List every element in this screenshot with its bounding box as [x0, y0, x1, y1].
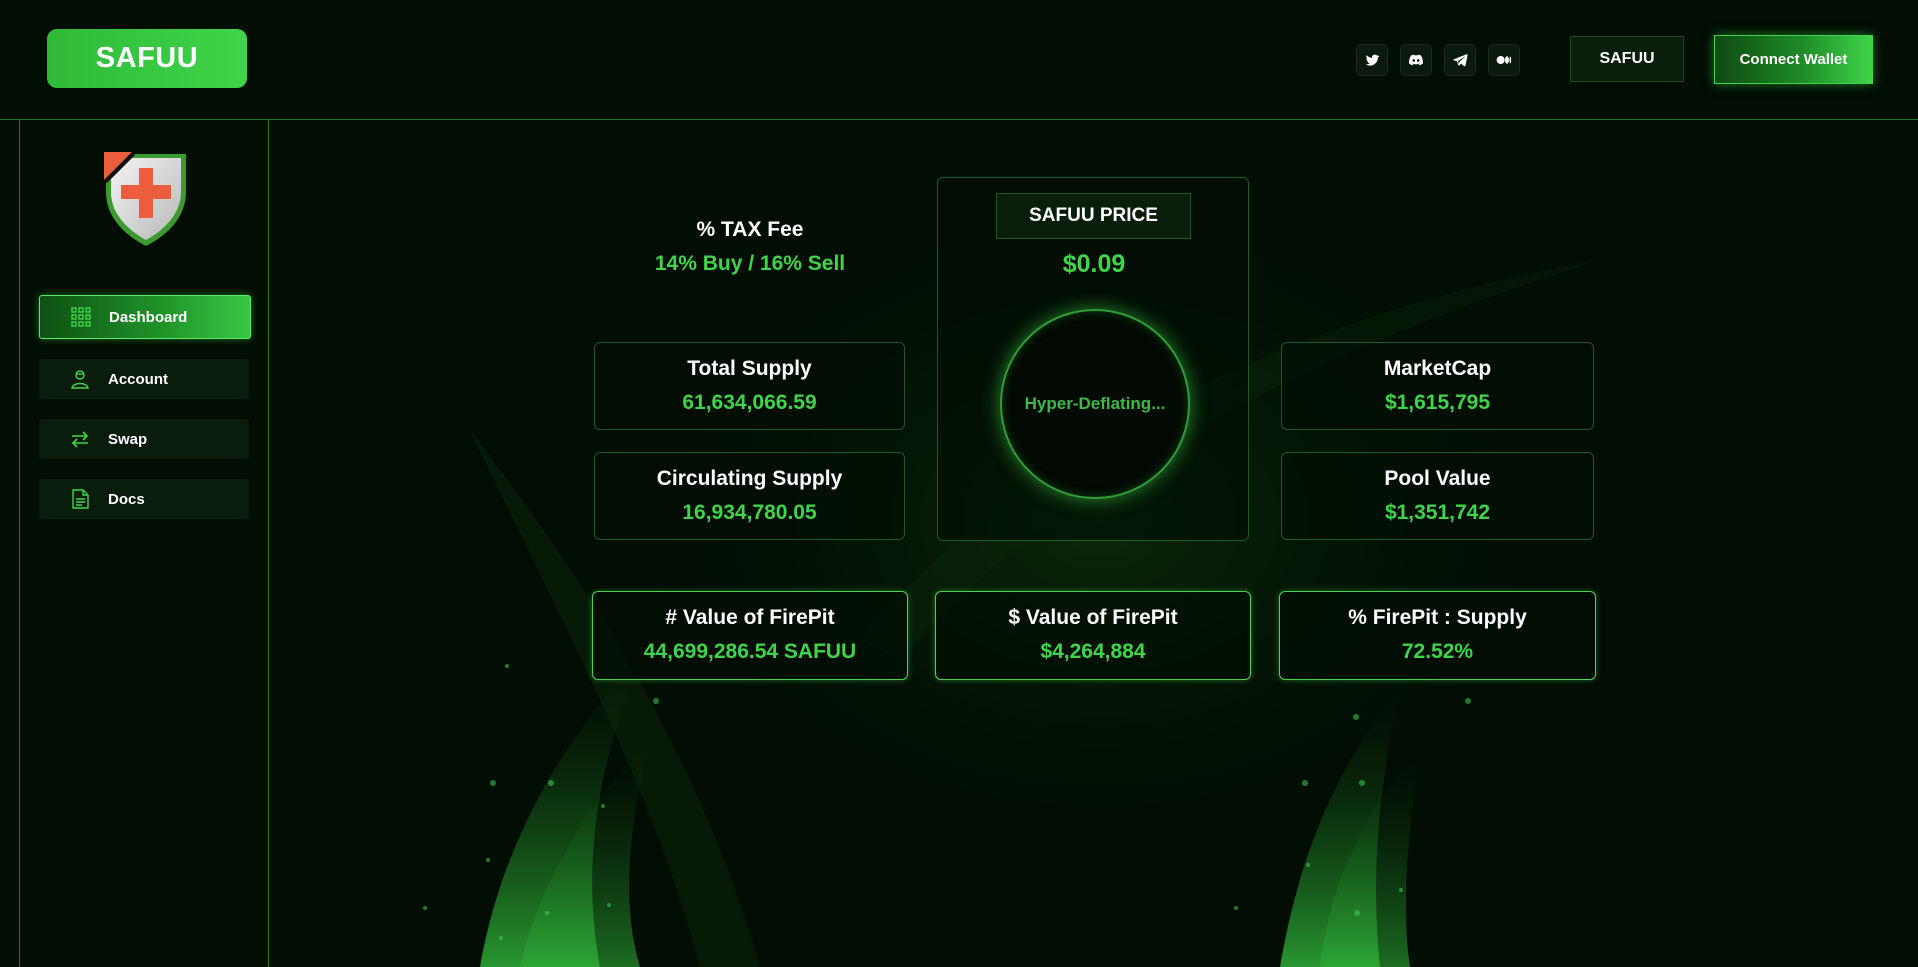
firepit-ratio-card: % FirePit : Supply 72.52% — [1279, 591, 1596, 680]
firepit-amount-card: # Value of FirePit 44,699,286.54 SAFUU — [592, 591, 908, 680]
telegram-link[interactable] — [1444, 44, 1476, 76]
sidebar-item-account[interactable]: Account — [39, 359, 249, 399]
twitter-link[interactable] — [1356, 44, 1388, 76]
market-cap-card: MarketCap $1,615,795 — [1281, 342, 1594, 430]
circulating-supply-value: 16,934,780.05 — [682, 501, 817, 524]
top-header: SAFUU SAFUU Connect Wallet — [0, 0, 1918, 120]
telegram-icon — [1453, 54, 1468, 67]
total-supply-value: 61,634,066.59 — [682, 391, 817, 414]
shield-cross-icon — [104, 152, 188, 248]
sidebar: Dashboard Account Swap Docs — [19, 120, 269, 967]
tax-fee-block: % TAX Fee 14% Buy / 16% Sell — [594, 218, 906, 276]
total-supply-label: Total Supply — [687, 357, 812, 380]
medium-link[interactable] — [1488, 44, 1520, 76]
discord-link[interactable] — [1400, 44, 1432, 76]
token-button[interactable]: SAFUU — [1570, 36, 1684, 82]
user-icon — [69, 368, 91, 390]
grid-icon — [70, 306, 92, 328]
firepit-usd-label: $ Value of FirePit — [1008, 606, 1178, 629]
market-cap-value: $1,615,795 — [1384, 391, 1491, 414]
social-links — [1356, 44, 1520, 76]
sidebar-item-label: Dashboard — [109, 308, 188, 326]
sidebar-item-dashboard[interactable]: Dashboard — [39, 295, 251, 339]
tax-fee-label: % TAX Fee — [696, 218, 804, 241]
circulating-supply-label: Circulating Supply — [656, 467, 843, 490]
twitter-icon — [1365, 54, 1380, 66]
connect-wallet-button[interactable]: Connect Wallet — [1714, 35, 1873, 84]
sidebar-item-label: Swap — [108, 430, 148, 448]
firepit-ratio-value: 72.52% — [1401, 640, 1474, 663]
firepit-usd-value: $4,264,884 — [1040, 640, 1146, 663]
swap-icon — [69, 428, 91, 450]
firepit-amount-label: # Value of FirePit — [665, 606, 835, 629]
firepit-ratio-label: % FirePit : Supply — [1348, 606, 1527, 629]
firepit-amount-value: 44,699,286.54 SAFUU — [643, 640, 857, 663]
price-title: SAFUU PRICE — [996, 193, 1191, 239]
deflation-status: Hyper-Deflating... — [1024, 394, 1166, 413]
sidebar-item-swap[interactable]: Swap — [39, 419, 249, 459]
medium-icon — [1496, 56, 1512, 64]
document-icon — [69, 488, 91, 510]
pool-value-value: $1,351,742 — [1384, 501, 1491, 524]
market-cap-label: MarketCap — [1383, 357, 1492, 380]
pool-value-label: Pool Value — [1384, 467, 1491, 490]
total-supply-card: Total Supply 61,634,066.59 — [594, 342, 905, 430]
sidebar-item-docs[interactable]: Docs — [39, 479, 249, 519]
sidebar-item-label: Account — [108, 370, 168, 388]
brand-logo[interactable]: SAFUU — [47, 29, 247, 88]
tax-fee-value: 14% Buy / 16% Sell — [654, 252, 846, 275]
price-card: SAFUU PRICE $0.09 Hyper-Deflating... — [937, 177, 1249, 541]
pool-value-card: Pool Value $1,351,742 — [1281, 452, 1594, 540]
circulating-supply-card: Circulating Supply 16,934,780.05 — [594, 452, 905, 540]
firepit-usd-card: $ Value of FirePit $4,264,884 — [935, 591, 1251, 680]
discord-icon — [1409, 54, 1423, 66]
sidebar-item-label: Docs — [108, 490, 145, 508]
deflation-orb: Hyper-Deflating... — [1000, 309, 1190, 499]
price-value: $0.09 — [1062, 250, 1126, 278]
